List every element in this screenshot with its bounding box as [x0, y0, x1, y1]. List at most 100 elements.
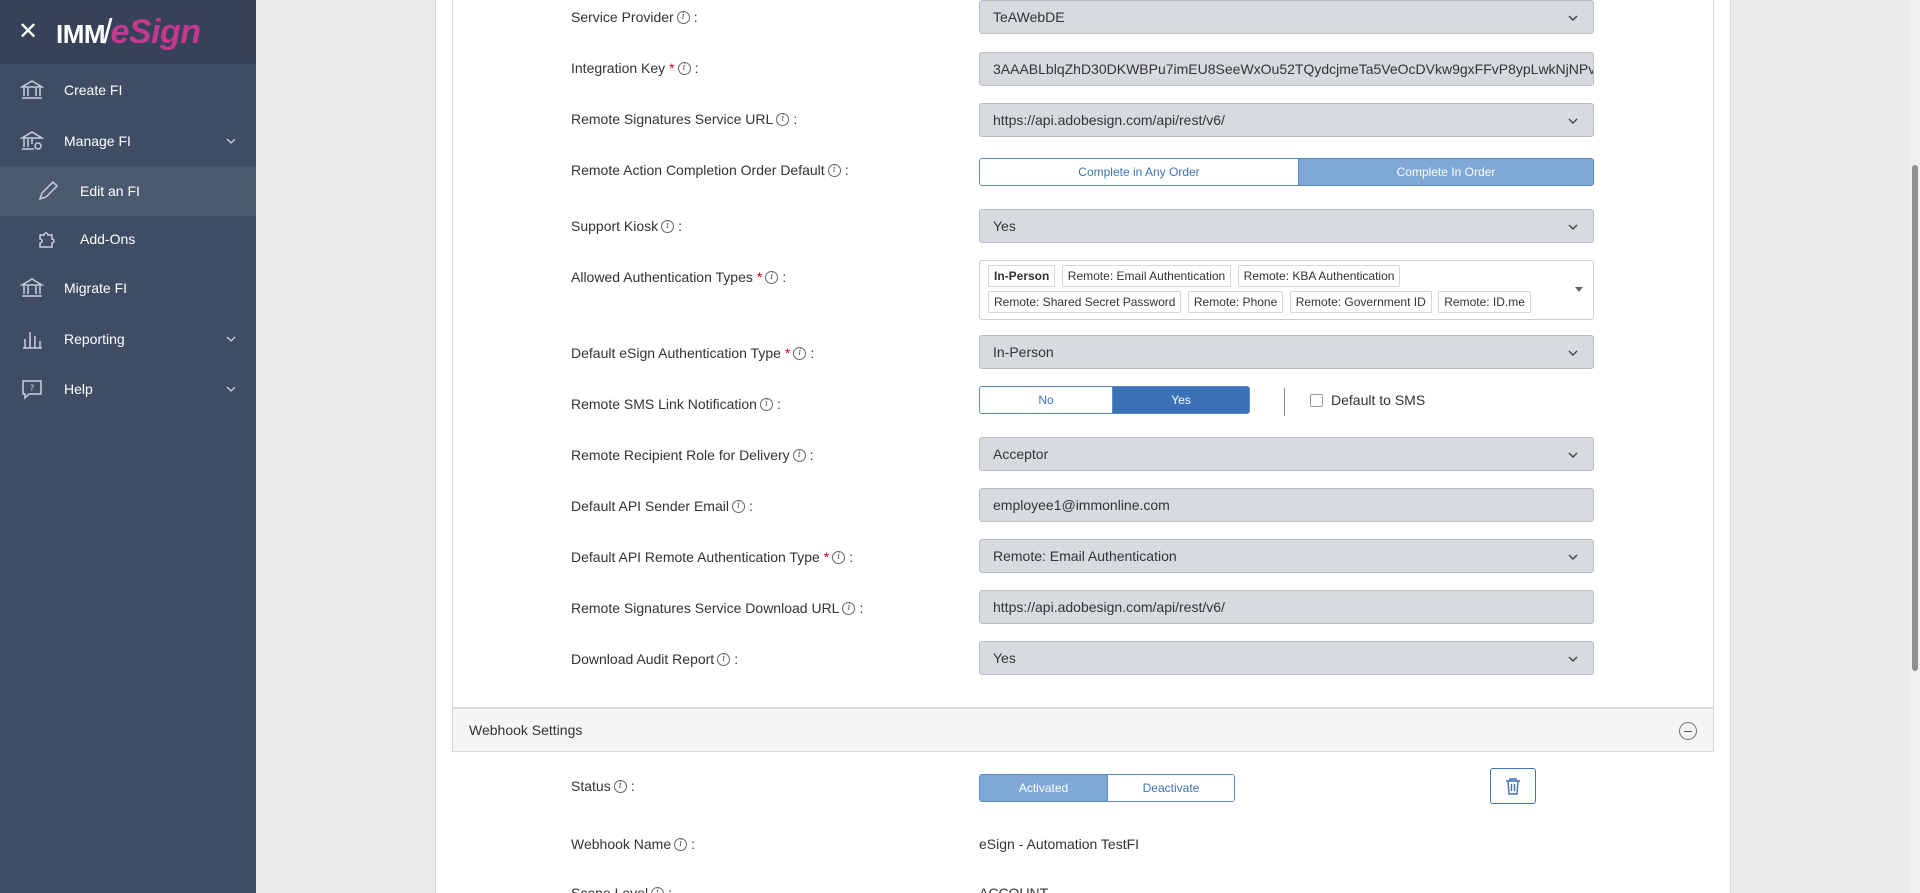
integration-key-label: Integration Key * i:	[571, 60, 699, 76]
auth-tag[interactable]: Remote: Email Authentication	[1061, 265, 1232, 287]
sidebar-item-help[interactable]: ? Help	[0, 364, 256, 414]
remote-sig-url-select[interactable]: https://api.adobesign.com/api/rest/v6/	[979, 103, 1594, 137]
audit-report-label: Download Audit Report i:	[571, 651, 739, 667]
support-kiosk-label: Support Kiosk i:	[571, 218, 683, 234]
chevron-down-icon	[1568, 15, 1578, 21]
sidebar-item-add-ons[interactable]: Add-Ons	[0, 214, 256, 264]
chevron-down-icon	[1568, 118, 1578, 124]
support-kiosk-select[interactable]: Yes	[979, 209, 1594, 243]
info-icon[interactable]: i	[842, 601, 856, 615]
deactivate-button[interactable]: Deactivate	[1107, 775, 1234, 801]
sidebar-item-edit-fi[interactable]: Edit an FI	[0, 166, 256, 216]
pencil-icon	[38, 180, 59, 201]
sidebar-item-migrate-fi[interactable]: Migrate FI	[0, 263, 256, 313]
chevron-down-icon	[226, 138, 236, 144]
sidebar-item-manage-fi[interactable]: Manage FI	[0, 116, 256, 166]
info-icon[interactable]: i	[765, 270, 779, 284]
auth-tag[interactable]: Remote: KBA Authentication	[1237, 265, 1401, 287]
default-auth-select[interactable]: In-Person	[979, 335, 1594, 369]
scope-level-value: ACCOUNT	[979, 885, 1049, 893]
recipient-role-select[interactable]: Acceptor	[979, 437, 1594, 471]
divider	[1284, 388, 1285, 416]
audit-report-select[interactable]: Yes	[979, 641, 1594, 675]
sidebar-item-create-fi[interactable]: Create FI	[0, 65, 256, 115]
webhook-name-value: eSign - Automation TestFI	[979, 836, 1140, 852]
info-icon[interactable]: i	[661, 219, 675, 233]
auth-tag[interactable]: Remote: Phone	[1187, 291, 1284, 313]
complete-any-order-button[interactable]: Complete in Any Order	[980, 159, 1298, 185]
info-icon[interactable]: i	[731, 499, 745, 513]
info-icon[interactable]: i	[759, 397, 773, 411]
close-icon[interactable]: ✕	[18, 20, 42, 44]
activated-button[interactable]: Activated	[980, 775, 1107, 801]
allowed-auth-multiselect[interactable]: In-Person Remote: Email Authentication R…	[979, 260, 1594, 320]
chevron-down-icon	[1568, 452, 1578, 458]
info-icon[interactable]: i	[827, 163, 841, 177]
completion-order-label: Remote Action Completion Order Default i:	[571, 162, 849, 178]
api-remote-auth-select[interactable]: Remote: Email Authentication	[979, 539, 1594, 573]
chevron-down-icon	[226, 336, 236, 342]
info-icon[interactable]: i	[793, 346, 807, 360]
trash-icon	[1506, 778, 1520, 795]
chevron-down-icon	[1568, 656, 1578, 662]
info-icon[interactable]: i	[792, 448, 806, 462]
info-icon[interactable]: i	[651, 886, 665, 893]
sidebar-header: ✕ IMM / eSign	[0, 0, 256, 64]
info-icon[interactable]: i	[674, 837, 688, 851]
help-bubble-icon: ?	[22, 380, 42, 400]
complete-in-order-button[interactable]: Complete In Order	[1297, 159, 1593, 185]
collapse-icon[interactable]	[1679, 722, 1697, 740]
download-url-label: Remote Signatures Service Download URL i:	[571, 600, 864, 616]
sender-email-input[interactable]: employee1@immonline.com	[979, 488, 1594, 522]
sender-email-label: Default API Sender Email i:	[571, 498, 753, 514]
info-icon[interactable]: i	[717, 652, 731, 666]
scrollbar-thumb[interactable]	[1912, 165, 1918, 671]
completion-order-toggle: Complete in Any Order Complete In Order	[979, 158, 1594, 186]
default-to-sms-checkbox[interactable]	[1310, 394, 1323, 407]
integration-key-input[interactable]: 3AAABLblqZhD30DKWBPu7imEU8SeeWxOu52TQydc…	[979, 52, 1594, 86]
webhook-settings-header[interactable]: Webhook Settings	[452, 708, 1714, 752]
default-auth-label: Default eSign Authentication Type * i:	[571, 345, 815, 361]
delete-webhook-button[interactable]	[1490, 768, 1536, 804]
default-to-sms-label[interactable]: Default to SMS	[1331, 392, 1425, 408]
info-icon[interactable]: i	[832, 550, 846, 564]
chevron-down-icon	[1568, 350, 1578, 356]
sms-link-label: Remote SMS Link Notification i:	[571, 396, 781, 412]
chevron-down-icon	[226, 386, 236, 392]
info-icon[interactable]: i	[676, 10, 690, 24]
service-provider-select[interactable]: TeAWebDE	[979, 0, 1594, 34]
dropdown-caret-icon[interactable]	[1575, 287, 1583, 292]
bank-icon	[20, 278, 44, 297]
allowed-auth-label: Allowed Authentication Types * i:	[571, 269, 787, 285]
bank-gear-icon	[20, 131, 44, 150]
auth-tag[interactable]: Remote: Shared Secret Password	[988, 291, 1182, 313]
scope-level-label: Scope Level i:	[571, 885, 672, 893]
svg-text:?: ?	[30, 384, 35, 394]
page-scrollbar[interactable]	[1910, 0, 1920, 893]
recipient-role-label: Remote Recipient Role for Delivery i:	[571, 447, 814, 463]
webhook-status-label: Status i:	[571, 778, 635, 794]
auth-tag[interactable]: Remote: ID.me	[1438, 291, 1531, 313]
bar-chart-icon	[23, 332, 42, 349]
sidebar: ✕ IMM / eSign Create FI Manage FI Edit a…	[0, 0, 256, 893]
api-remote-auth-label: Default API Remote Authentication Type * i…	[571, 549, 854, 565]
auth-tag[interactable]: Remote: Government ID	[1289, 291, 1432, 313]
sms-no-button[interactable]: No	[980, 387, 1113, 413]
download-url-input[interactable]: https://api.adobesign.com/api/rest/v6/	[979, 590, 1594, 624]
info-icon[interactable]: i	[776, 112, 790, 126]
info-icon[interactable]: i	[677, 61, 691, 75]
auth-tag[interactable]: In-Person	[988, 265, 1056, 287]
info-icon[interactable]: i	[613, 779, 627, 793]
chevron-down-icon	[1568, 224, 1578, 230]
chevron-down-icon	[1568, 554, 1578, 560]
remote-sig-url-label: Remote Signatures Service URL i:	[571, 111, 798, 127]
webhook-status-toggle: Activated Deactivate	[979, 774, 1235, 802]
webhook-name-label: Webhook Name i:	[571, 836, 696, 852]
service-provider-label: Service Provider i:	[571, 9, 698, 25]
sms-yes-button[interactable]: Yes	[1112, 387, 1249, 413]
puzzle-icon	[39, 232, 55, 248]
sidebar-item-reporting[interactable]: Reporting	[0, 314, 256, 364]
bank-icon	[20, 80, 44, 99]
app-logo: IMM / eSign	[56, 12, 201, 51]
sms-link-toggle: No Yes	[979, 386, 1250, 414]
